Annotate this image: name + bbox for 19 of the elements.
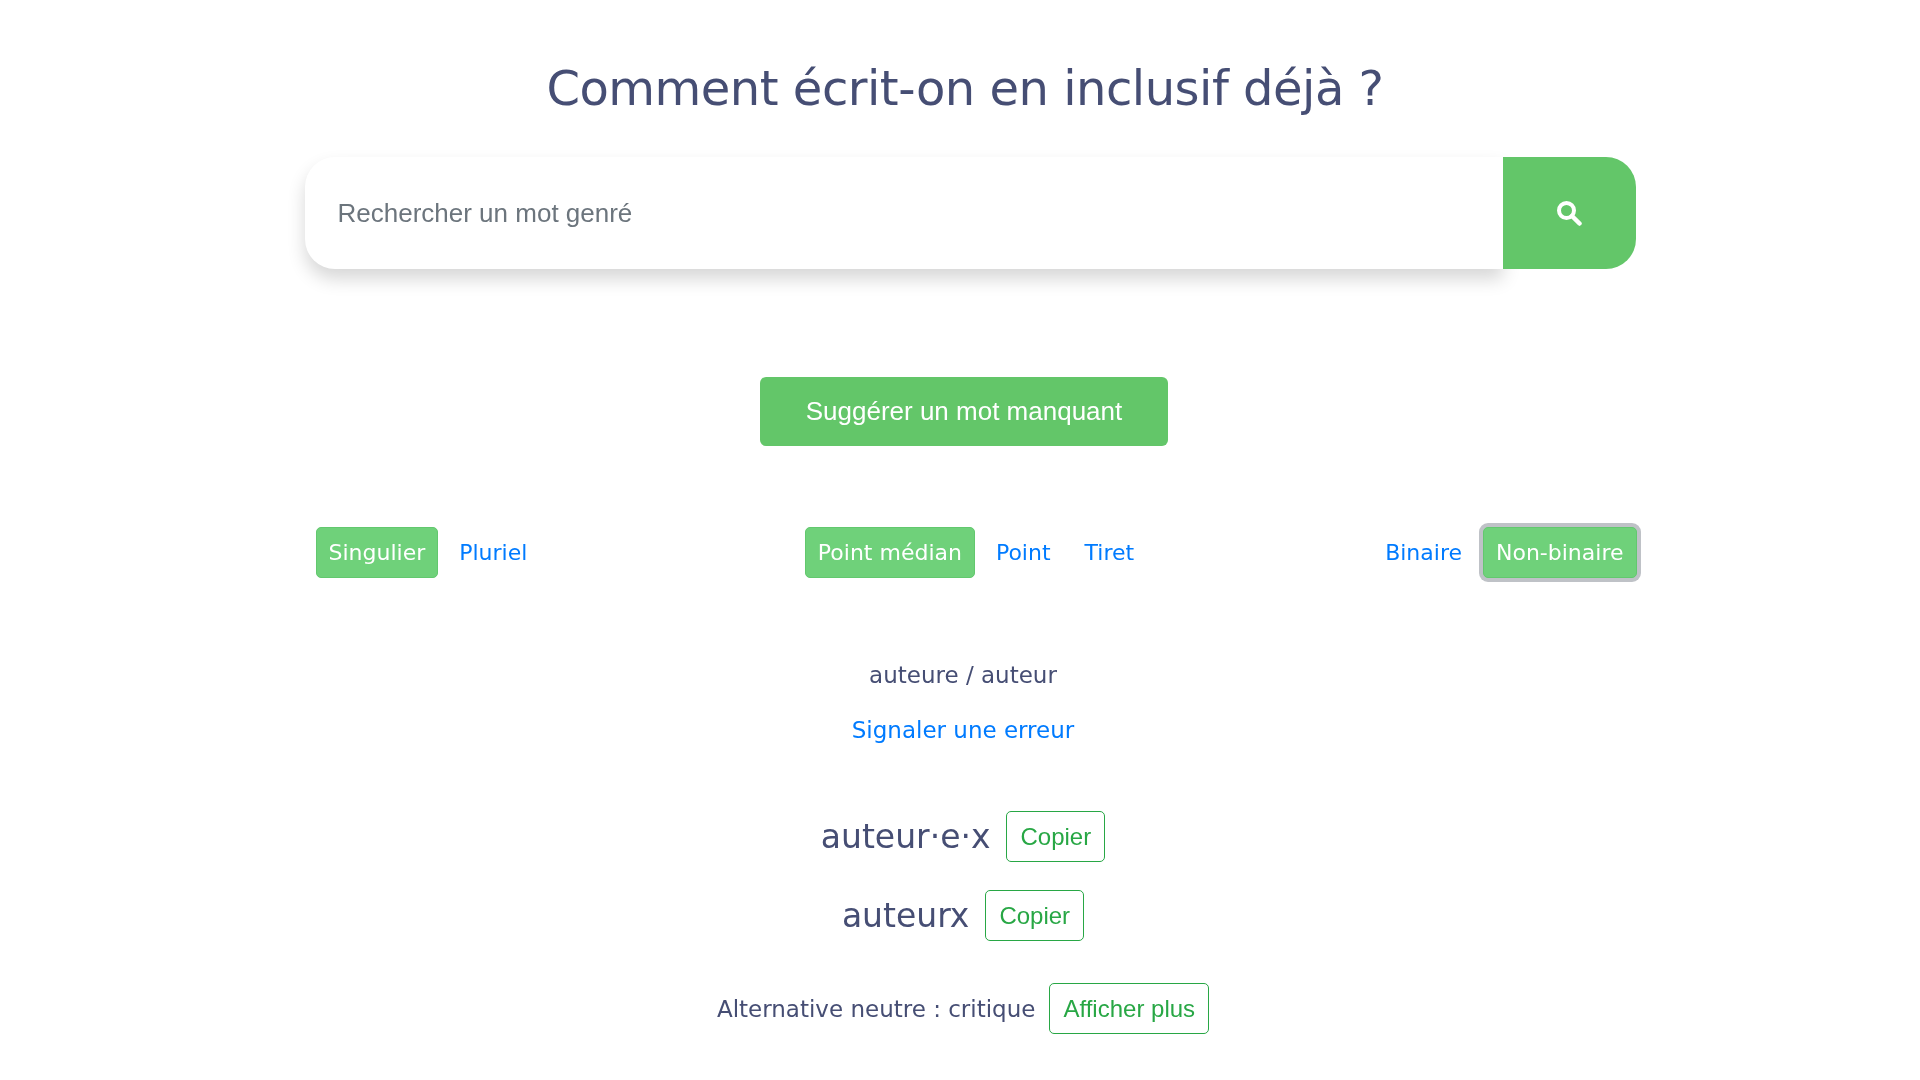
page-title: Comment écrit-on en inclusif déjà ? [546,59,1384,118]
word-pair-text: auteure / auteur [869,661,1057,690]
report-error-link[interactable]: Signaler une erreur [851,713,1075,747]
option-toggle[interactable]: Point médian [804,527,975,578]
show-more-button[interactable]: Afficher plus [1049,983,1210,1034]
option-toggle[interactable]: Singulier [315,527,439,578]
inclusive-form-text: auteur·e·x [820,817,991,856]
search-icon [1556,200,1582,226]
search-button[interactable] [1502,157,1636,269]
option-toggle[interactable]: Tiret [1071,527,1148,578]
copy-button[interactable]: Copier [985,890,1085,941]
inclusive-form-text: auteurx [841,896,970,935]
suggest-button[interactable]: Suggérer un mot manquant [760,377,1168,446]
alternative-text: Alternative neutre : critique [716,995,1036,1022]
option-toggle[interactable]: Binaire [1372,527,1475,578]
option-toggle[interactable]: Pluriel [446,527,541,578]
option-toggle[interactable]: Point [982,527,1064,578]
search-field[interactable]: Rechercher un mot genré [304,157,1503,269]
copy-button[interactable]: Copier [1006,811,1106,862]
